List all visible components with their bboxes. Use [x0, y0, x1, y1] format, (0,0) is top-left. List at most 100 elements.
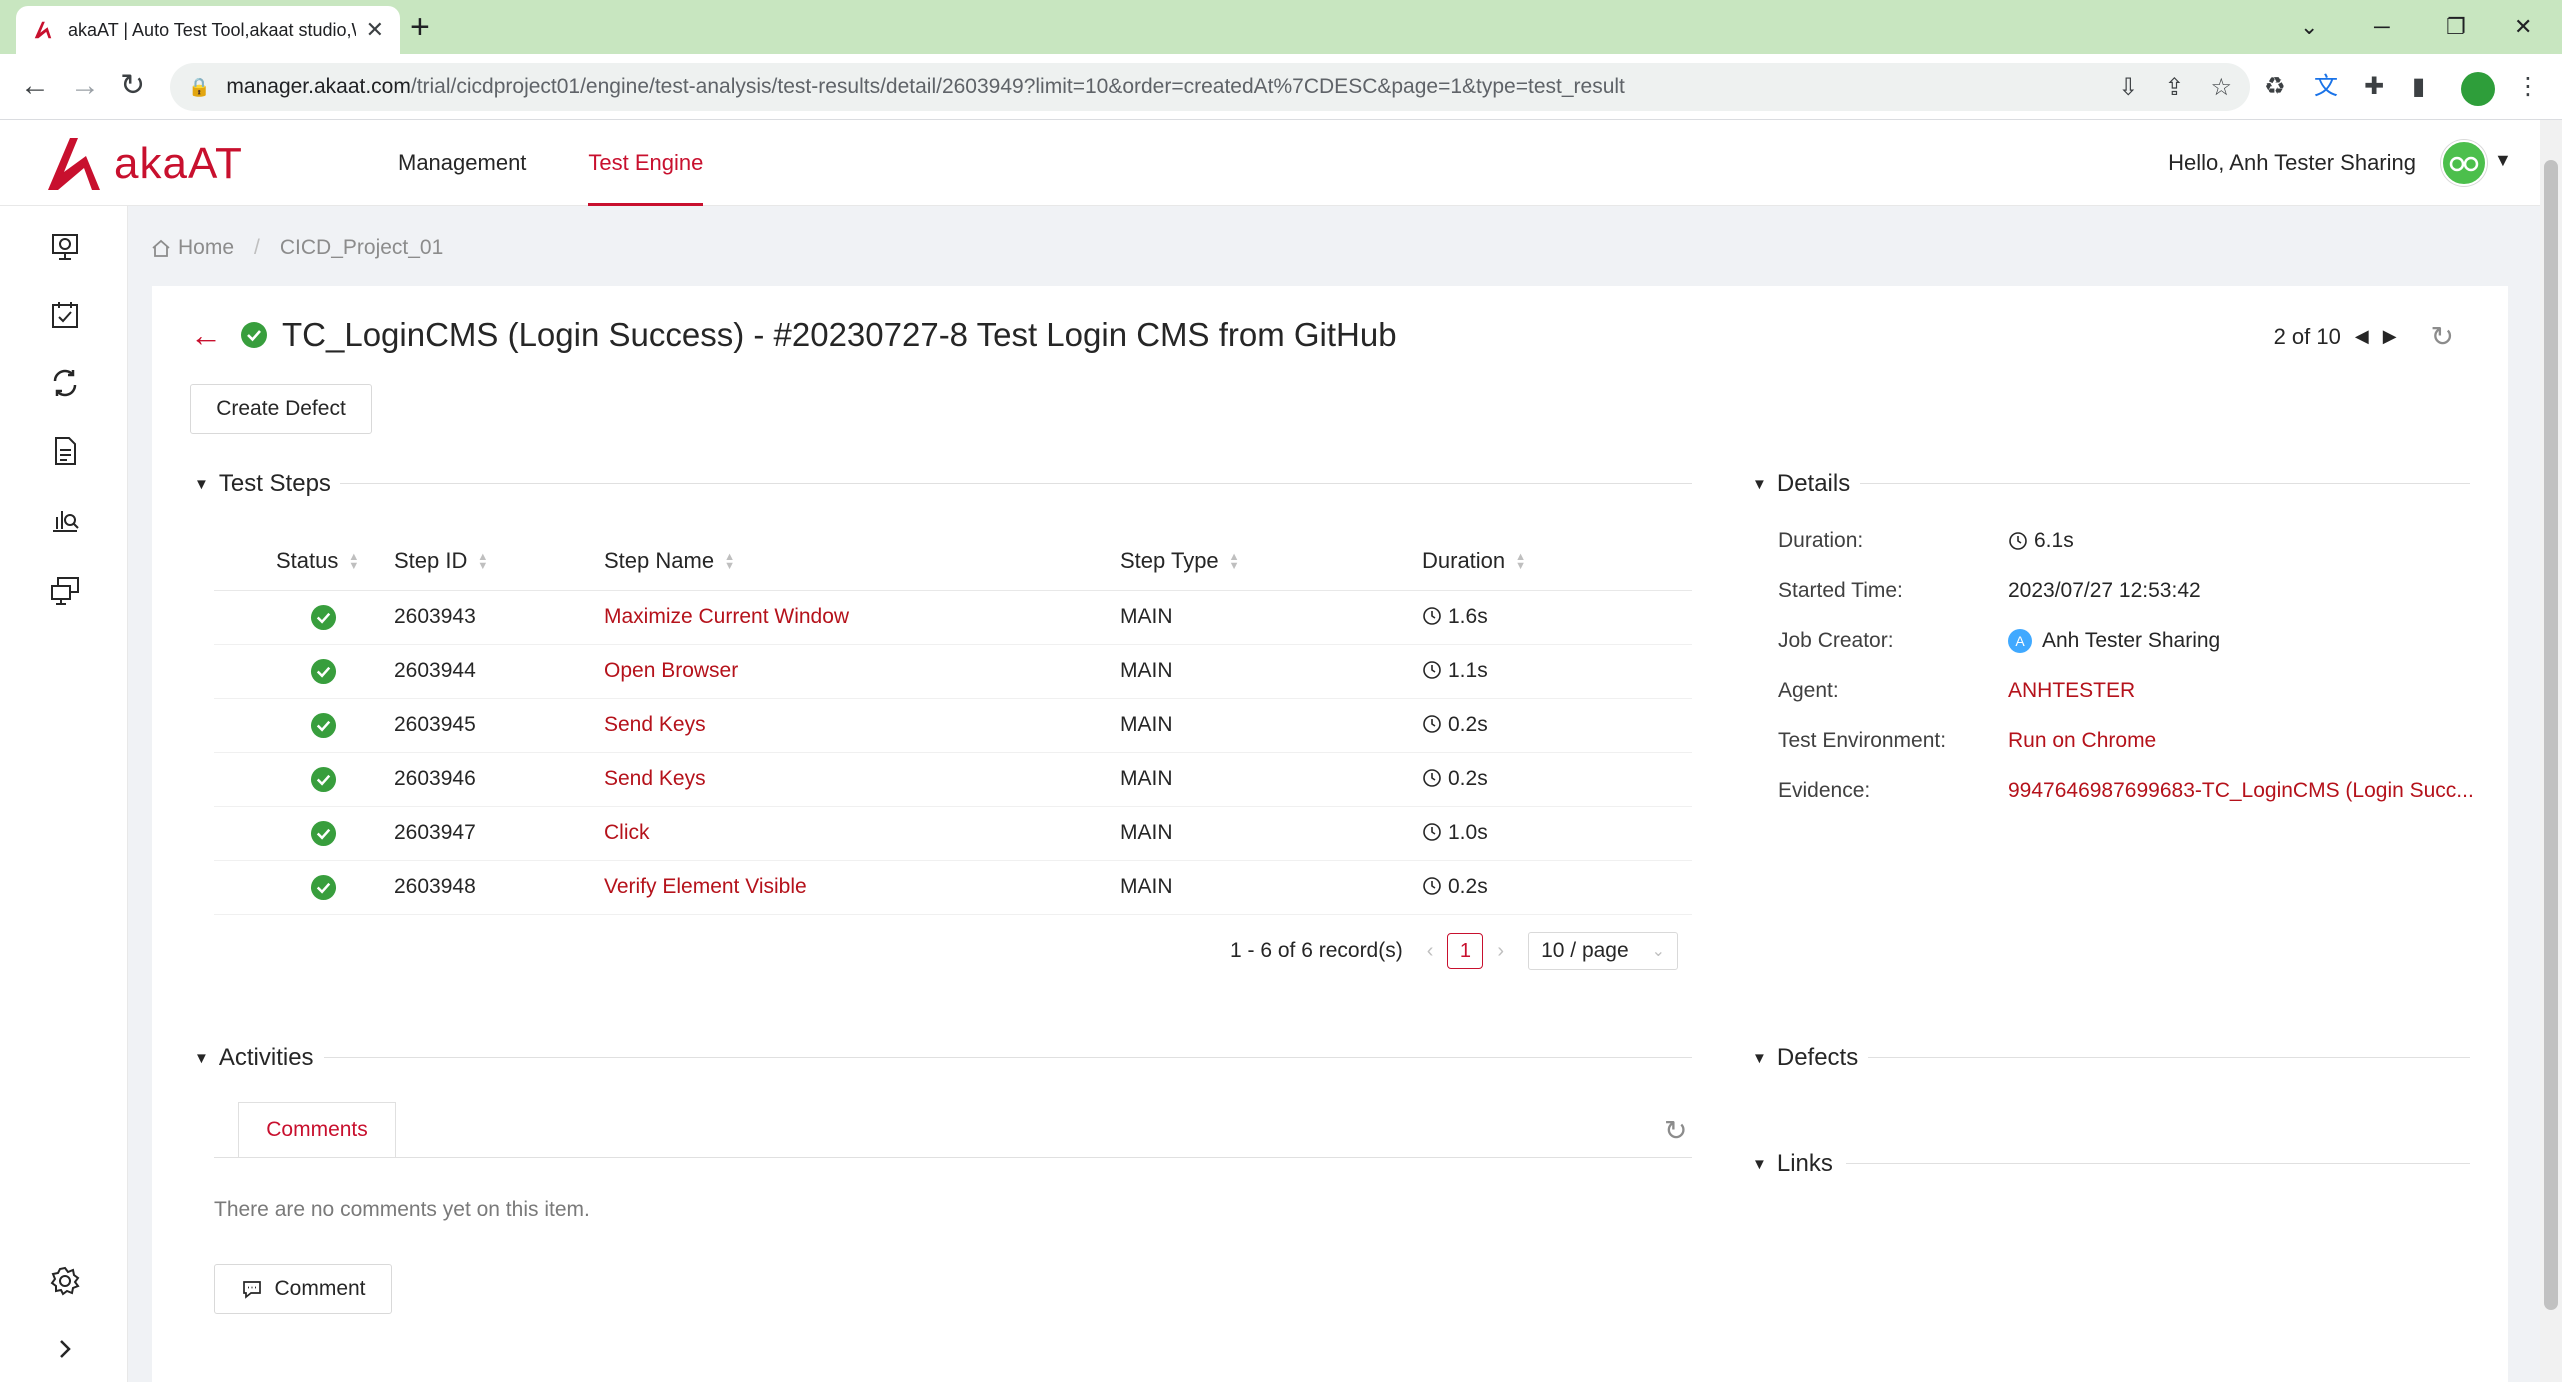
- links-section-toggle[interactable]: ▼ Links: [1752, 1150, 1833, 1178]
- page-scrollbar[interactable]: [2540, 120, 2562, 1382]
- step-type: MAIN: [1120, 806, 1422, 861]
- step-duration: 0.2s: [1422, 752, 1692, 807]
- test-steps-section-toggle[interactable]: ▼ Test Steps: [194, 470, 331, 498]
- step-id: 2603943: [394, 590, 604, 645]
- bookmark-star-icon[interactable]: ☆: [2210, 73, 2232, 102]
- result-navigator: 2 of 10 ◀ ▶ ↻: [2274, 320, 2454, 353]
- next-page-icon[interactable]: ›: [1497, 940, 1504, 963]
- breadcrumb-separator: /: [254, 236, 260, 259]
- sort-icon[interactable]: ▲ ▼: [348, 551, 359, 571]
- column-header-status[interactable]: Status ▲ ▼: [214, 532, 394, 591]
- user-avatar[interactable]: [2441, 140, 2487, 186]
- agent-link[interactable]: ANHTESTER: [2008, 679, 2135, 703]
- evidence-link[interactable]: 9947646987699683-TC_LoginCMS (Login Succ…: [2008, 779, 2474, 803]
- top-navigation: Management Test Engine: [398, 120, 765, 206]
- minimize-icon[interactable]: ─: [2374, 8, 2390, 46]
- page-size-select[interactable]: 10 / page ⌄: [1528, 932, 1679, 970]
- prev-page-icon[interactable]: ‹: [1427, 940, 1434, 963]
- column-header-duration[interactable]: Duration ▲ ▼: [1422, 532, 1692, 591]
- extensions-puzzle-icon[interactable]: ✚: [2364, 70, 2384, 104]
- collapse-triangle-icon: ▼: [194, 475, 209, 493]
- step-name-link[interactable]: Maximize Current Window: [604, 605, 849, 628]
- step-name-link[interactable]: Send Keys: [604, 767, 706, 790]
- sort-icon[interactable]: ▲ ▼: [1515, 551, 1526, 571]
- agent-monitor-icon[interactable]: [48, 574, 82, 608]
- install-app-icon[interactable]: ⇩: [2118, 73, 2138, 102]
- table-row[interactable]: 2603946 Send Keys MAIN 0.2s: [214, 752, 1692, 807]
- step-name-link[interactable]: Verify Element Visible: [604, 875, 807, 898]
- passed-check-icon: [310, 604, 337, 630]
- side-panel-icon[interactable]: ▮: [2412, 70, 2425, 104]
- current-page-button[interactable]: 1: [1447, 933, 1484, 969]
- home-icon[interactable]: [150, 237, 172, 259]
- dashboard-icon[interactable]: [48, 230, 82, 264]
- tab-comments[interactable]: Comments: [238, 1102, 396, 1158]
- no-comments-message: There are no comments yet on this item.: [214, 1198, 590, 1221]
- sort-icon[interactable]: ▲ ▼: [1229, 551, 1240, 571]
- environment-link[interactable]: Run on Chrome: [2008, 729, 2156, 753]
- browser-profile-avatar[interactable]: [2461, 72, 2495, 106]
- user-menu-chevron-icon[interactable]: ▼: [2494, 150, 2512, 171]
- nav-test-engine[interactable]: Test Engine: [588, 120, 703, 206]
- table-header-row: Status ▲ ▼ Step ID ▲ ▼ Step Name ▲ ▼ Step Type…: [214, 532, 1692, 591]
- back-arrow-icon[interactable]: ←: [190, 317, 222, 354]
- comment-button[interactable]: Comment: [214, 1264, 392, 1314]
- test-analysis-icon[interactable]: [48, 502, 82, 536]
- sort-icon[interactable]: ▲ ▼: [724, 551, 735, 571]
- new-tab-icon[interactable]: +: [410, 8, 430, 46]
- close-tab-icon[interactable]: ✕: [366, 17, 384, 43]
- refresh-comments-icon[interactable]: ↻: [1664, 1114, 1687, 1147]
- next-result-icon[interactable]: ▶: [2383, 326, 2397, 347]
- breadcrumb-home[interactable]: Home: [178, 236, 234, 260]
- table-row[interactable]: 2603943 Maximize Current Window MAIN 1.6…: [214, 590, 1692, 645]
- step-id: 2603944: [394, 644, 604, 699]
- step-duration: 0.2s: [1422, 860, 1692, 915]
- test-execution-icon[interactable]: [48, 366, 82, 400]
- refresh-icon[interactable]: ↻: [2431, 320, 2454, 353]
- akaat-favicon-icon: [34, 21, 52, 39]
- browser-menu-icon[interactable]: ⋮: [2516, 70, 2540, 104]
- table-row[interactable]: 2603948 Verify Element Visible MAIN 0.2s: [214, 860, 1692, 915]
- restore-icon[interactable]: ❐: [2446, 8, 2466, 46]
- browser-tab[interactable]: akaAT | Auto Test Tool,akaat studio,Web …: [16, 6, 400, 54]
- clock-icon: [1423, 715, 1441, 733]
- left-sidebar: [0, 206, 128, 1382]
- defects-section-toggle[interactable]: ▼ Defects: [1752, 1044, 1858, 1072]
- defects-title: Defects: [1776, 1044, 1859, 1071]
- window-close-icon[interactable]: ✕: [2514, 8, 2532, 46]
- step-name-link[interactable]: Send Keys: [604, 713, 706, 736]
- test-plan-icon[interactable]: [48, 298, 82, 332]
- clock-icon: [1423, 769, 1441, 787]
- table-row[interactable]: 2603945 Send Keys MAIN 0.2s: [214, 698, 1692, 753]
- step-name-link[interactable]: Open Browser: [604, 659, 738, 682]
- column-header-step-id[interactable]: Step ID ▲ ▼: [394, 532, 604, 591]
- table-row[interactable]: 2603947 Click MAIN 1.0s: [214, 806, 1692, 861]
- back-icon[interactable]: ←: [20, 68, 50, 104]
- scrollbar-thumb[interactable]: [2544, 160, 2558, 1310]
- expand-sidebar-icon[interactable]: [48, 1332, 82, 1366]
- user-greeting[interactable]: Hello, Anh Tester Sharing: [2168, 120, 2416, 206]
- tab-search-icon[interactable]: ⌄: [2300, 8, 2318, 46]
- translate-icon[interactable]: 文: [2314, 70, 2338, 104]
- column-header-step-type[interactable]: Step Type ▲ ▼: [1120, 532, 1422, 591]
- nav-management[interactable]: Management: [398, 120, 526, 206]
- table-row[interactable]: 2603944 Open Browser MAIN 1.1s: [214, 644, 1692, 699]
- details-section-toggle[interactable]: ▼ Details: [1752, 470, 1850, 498]
- sort-icon[interactable]: ▲ ▼: [477, 551, 488, 571]
- forward-icon[interactable]: →: [70, 68, 100, 104]
- url-text[interactable]: manager.akaat.com/trial/cicdproject01/en…: [226, 75, 2092, 99]
- settings-gear-icon[interactable]: [48, 1264, 82, 1298]
- detail-label: Job Creator:: [1778, 629, 1894, 652]
- create-defect-button[interactable]: Create Defect: [190, 384, 372, 434]
- extension-recycle-icon[interactable]: ♻: [2264, 70, 2286, 104]
- activities-section-toggle[interactable]: ▼ Activities: [194, 1044, 314, 1072]
- reload-icon[interactable]: ↻: [120, 68, 145, 104]
- document-icon[interactable]: [48, 434, 82, 468]
- breadcrumb-project[interactable]: CICD_Project_01: [280, 236, 443, 260]
- previous-result-icon[interactable]: ◀: [2355, 326, 2369, 347]
- column-header-step-name[interactable]: Step Name ▲ ▼: [604, 532, 1120, 591]
- step-name-link[interactable]: Click: [604, 821, 650, 844]
- address-bar[interactable]: 🔒 manager.akaat.com/trial/cicdproject01/…: [170, 63, 2250, 111]
- share-icon[interactable]: ⇪: [2164, 73, 2184, 102]
- brand-logo[interactable]: akaAT: [46, 134, 243, 194]
